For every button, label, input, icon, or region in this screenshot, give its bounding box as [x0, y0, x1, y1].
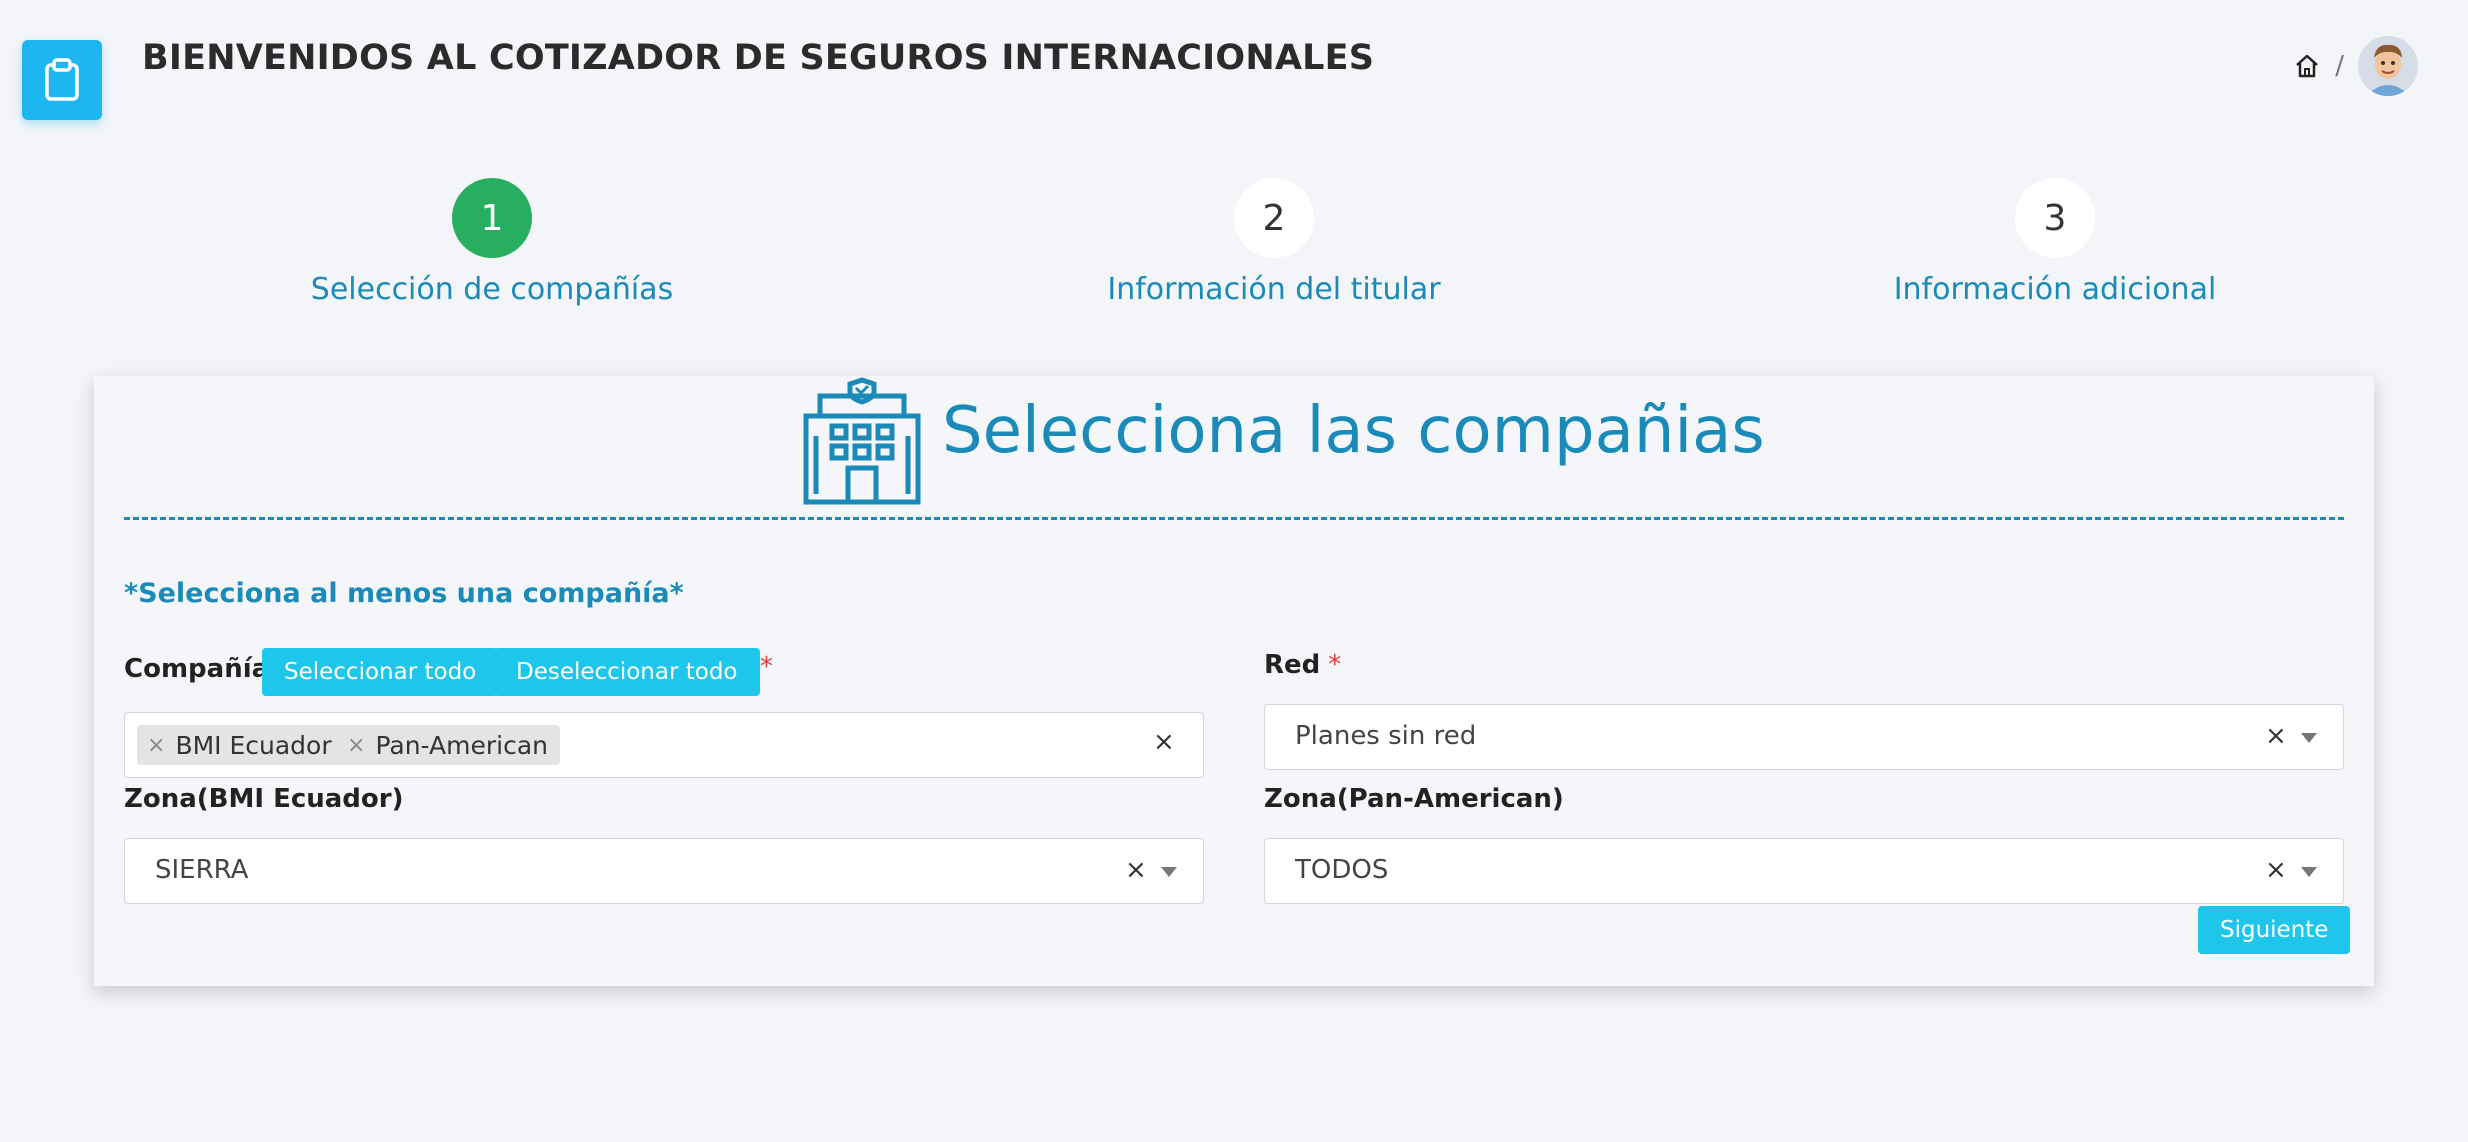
step-1-circle: 1	[452, 178, 532, 258]
zona-pan-select[interactable]: TODOS ×	[1264, 838, 2344, 904]
red-select-value: Planes sin red	[1295, 721, 1477, 751]
home-icon[interactable]	[2293, 52, 2321, 80]
zona-bmi-label: Zona(BMI Ecuador)	[124, 784, 404, 814]
clear-red-icon[interactable]: ×	[2265, 721, 2287, 751]
stepper: 1 Selección de compañías 2 Información d…	[0, 178, 2468, 318]
clear-zona-pan-icon[interactable]: ×	[2265, 855, 2287, 885]
app-menu-button[interactable]	[22, 40, 102, 120]
company-selection-card: Selecciona las compañias *Selecciona al …	[94, 376, 2374, 986]
remove-tag-icon[interactable]: ×	[347, 733, 365, 758]
companias-multiselect[interactable]: × BMI Ecuador × Pan-American ×	[124, 712, 1204, 778]
companias-required-mark: *	[760, 652, 773, 682]
step-2-circle: 2	[1234, 178, 1314, 258]
remove-tag-icon[interactable]: ×	[147, 733, 165, 758]
deselect-all-button[interactable]: Deseleccionar todo	[494, 648, 760, 696]
avatar[interactable]	[2358, 36, 2418, 96]
step-2-label: Información del titular	[1107, 272, 1441, 307]
red-select[interactable]: Planes sin red ×	[1264, 704, 2344, 770]
clear-companias-icon[interactable]: ×	[1153, 727, 1175, 757]
companias-label: Compañías	[124, 654, 285, 684]
chevron-down-icon[interactable]	[2301, 867, 2317, 877]
red-label: Red *	[1264, 650, 1341, 680]
tag-label: BMI Ecuador	[175, 730, 332, 760]
step-1-label: Selección de compañías	[310, 272, 674, 307]
chevron-down-icon[interactable]	[1161, 867, 1177, 877]
card-header: Selecciona las compañias	[94, 376, 2374, 506]
select-all-button[interactable]: Seleccionar todo	[262, 648, 499, 696]
chevron-down-icon[interactable]	[2301, 733, 2317, 743]
zona-bmi-select[interactable]: SIERRA ×	[124, 838, 1204, 904]
step-3-circle: 3	[2015, 178, 2095, 258]
tag-pan-american: × Pan-American	[337, 725, 560, 765]
tag-label: Pan-American	[375, 730, 548, 760]
red-label-text: Red	[1264, 650, 1321, 680]
tag-bmi-ecuador: × BMI Ecuador	[137, 725, 344, 765]
breadcrumb: /	[2293, 36, 2418, 96]
zona-bmi-select-value: SIERRA	[155, 855, 249, 885]
selection-hint: *Selecciona al menos una compañía*	[124, 578, 684, 609]
divider	[124, 517, 2344, 520]
next-button[interactable]: Siguiente	[2198, 906, 2351, 954]
step-3[interactable]: 3 Información adicional	[1755, 178, 2355, 307]
step-2[interactable]: 2 Información del titular	[974, 178, 1574, 307]
zona-pan-select-value: TODOS	[1295, 855, 1389, 885]
page-title: BIENVENIDOS AL COTIZADOR DE SEGUROS INTE…	[142, 38, 1375, 78]
card-title: Selecciona las compañias	[942, 394, 1765, 468]
clipboard-icon	[45, 58, 79, 101]
clear-zona-bmi-icon[interactable]: ×	[1125, 855, 1147, 885]
zona-pan-label: Zona(Pan-American)	[1264, 784, 1564, 814]
building-icon	[803, 377, 921, 505]
step-1[interactable]: 1 Selección de compañías	[192, 178, 792, 307]
breadcrumb-separator: /	[2335, 51, 2344, 81]
step-3-label: Información adicional	[1893, 272, 2217, 307]
red-required-mark: *	[1328, 650, 1342, 680]
